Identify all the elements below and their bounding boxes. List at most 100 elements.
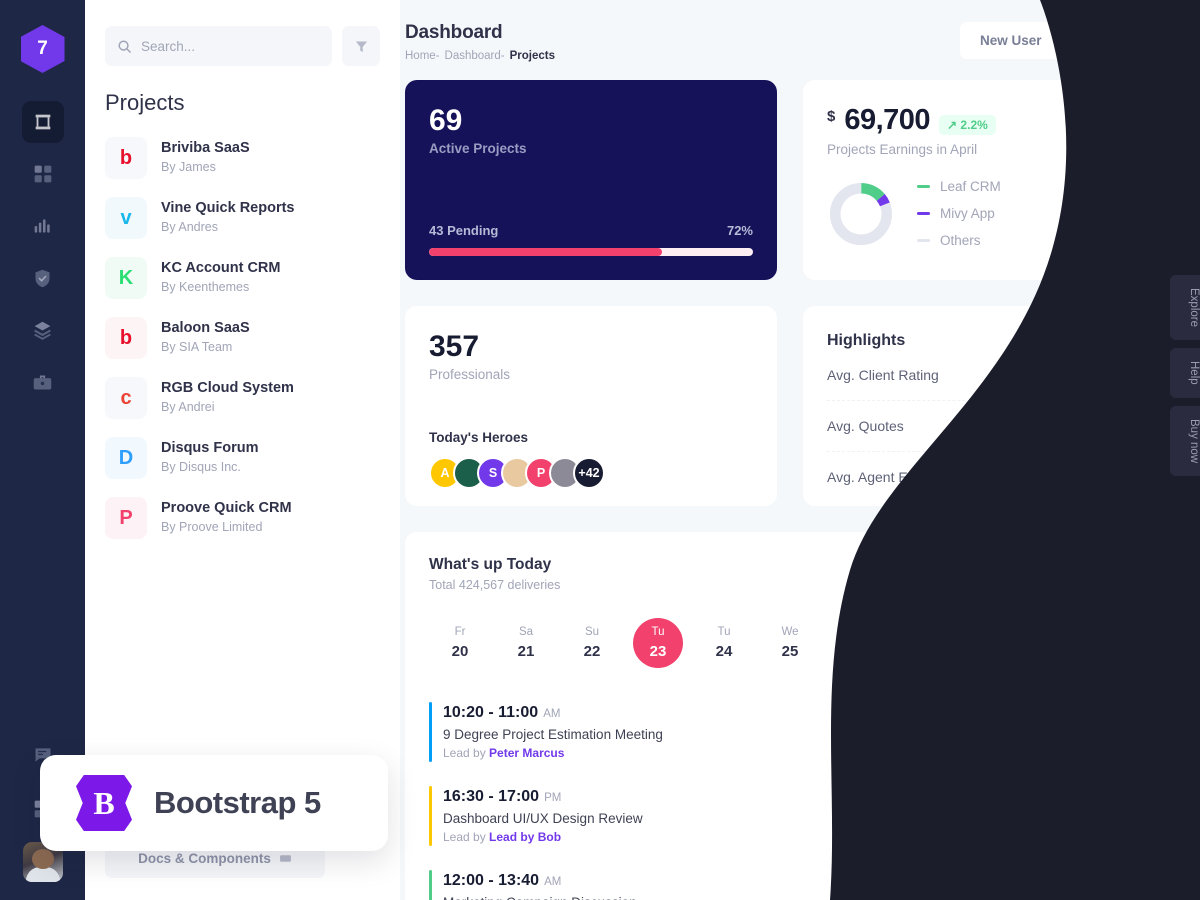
project-list-item[interactable]: b Briviba SaaS By James [105,128,380,188]
calendar-day[interactable]: Sa 28 [963,618,1013,668]
progress-track [429,248,753,256]
breadcrumb-item[interactable]: Projects [510,50,555,62]
app-logo[interactable]: 7 [20,25,65,73]
grid-icon [34,165,51,183]
highlight-number: $2,309 [1106,469,1151,485]
calendar-day[interactable]: Tu 23 [633,618,683,668]
top-actions: New User New Goal [959,22,1175,59]
donut-legend: Leaf CRM $7,660 Mivy App $2,820 Others $45,25… [917,179,1151,248]
event-item: 12:00 - 13:40 AM Marketing Campaign Discus… [429,858,1151,900]
filter-button[interactable] [342,26,380,66]
project-text: RGB Cloud System By Andrei [161,379,294,416]
calendar-day[interactable]: Fri 27 [897,618,947,668]
project-list-item[interactable]: v Vine Quick Reports By Andres [105,188,380,248]
calendar-day[interactable]: Tu 24 [699,618,749,668]
highlight-label: Avg. Client Rating [827,367,939,383]
rail-item-security[interactable] [22,257,64,299]
highlights-rows: Avg. Client Rating ↗ 7.8/10 Avg. Quotes ↙ 730… [827,350,1151,489]
project-text: Baloon SaaS By SIA Team [161,319,250,356]
rail-item-briefcase[interactable] [22,361,64,403]
earnings-change-badge: ↗ 2.2% [939,115,996,135]
breadcrumb-item[interactable]: Home- [405,50,440,62]
calendar-day[interactable]: We 25 [765,618,815,668]
side-tabs: Explore Help Buy now [1170,275,1200,476]
donut-slice [829,182,893,245]
project-author: By SIA Team [161,340,233,355]
donut-row: Leaf CRM $7,660 Mivy App $2,820 Others $45,25… [827,179,1151,248]
project-list-item[interactable]: P Proove Quick CRM By Proove Limited [105,488,380,548]
highlight-suffix: /10 [1130,367,1151,383]
event-view-button[interactable]: View [1092,800,1151,832]
highlight-value: ↗ 7.8/10 [1086,367,1151,383]
calendar-day[interactable]: Sa 21 [501,618,551,668]
project-text: Briviba SaaS By James [161,139,250,176]
event-ampm: AM [543,708,561,720]
project-list-item[interactable]: c RGB Cloud System By Andrei [105,368,380,428]
earnings-amount: 69,700 [844,104,931,136]
highlight-label: Avg. Agent Earnings [827,469,954,485]
left-column: 69 Active Projects 43 Pending 72% 357 Pr… [405,80,777,506]
highlight-value: ↗ $2,309 [1089,469,1151,485]
day-number: 29 [1045,643,1063,660]
project-name: Baloon SaaS [161,320,250,337]
bootstrap-logo-icon: B [76,775,132,831]
project-logo-icon: K [105,257,147,299]
highlight-number: 730 [1126,418,1151,434]
rail-item-box[interactable] [21,101,64,143]
legend-item: Others $45,257 [917,233,1151,248]
side-tab[interactable]: Explore [1170,275,1200,340]
rail-item-grid[interactable] [22,153,64,195]
new-user-button[interactable]: New User [959,22,1062,59]
calendar-day[interactable]: Th 26 [831,618,881,668]
project-text: Disqus Forum By Disqus Inc. [161,439,258,476]
calendar-day[interactable]: Fr 20 [435,618,485,668]
event-ampm: PM [544,792,562,804]
project-list-item[interactable]: b Baloon SaaS By SIA Team [105,308,380,368]
event-lead: Lead by Peter Marcus [443,746,565,760]
day-name: Su [584,626,600,638]
rail-item-layers[interactable] [22,309,64,351]
trend-arrow-icon: ↙ [1108,418,1120,433]
project-name: Disqus Forum [161,440,259,457]
highlight-label: Avg. Quotes [827,418,904,434]
rail-item-analytics[interactable] [22,205,64,247]
project-list-item[interactable]: D Disqus Forum By Disqus Inc. [105,428,380,488]
calendar-day[interactable]: Mo 30 [1095,618,1145,668]
event-title: Dashboard UI/UX Design Review [443,811,643,826]
whats-up-card: What's up Today Total 424,567 deliveries… [405,532,1175,900]
legend-value: $7,660 [1109,179,1151,194]
keyboard-icon [279,854,291,862]
hero-avatar[interactable]: +42 [573,457,605,489]
event-view-button[interactable]: View [1092,716,1151,748]
project-text: Vine Quick Reports By Andres [161,199,295,236]
project-list-item[interactable]: K KC Account CRM By Keenthemes [105,248,380,308]
calendar-day[interactable]: Su 29 [1029,618,1079,668]
search-input[interactable] [141,38,320,54]
event-time: 10:20 - 11:00 [443,704,539,721]
event-time-row: 16:30 - 17:00 PM [443,788,643,806]
side-tab[interactable]: Help [1170,348,1200,398]
project-logo-icon: b [105,317,147,359]
day-number: 30 [1111,643,1129,660]
highlight-number: 7.8 [1103,367,1124,383]
shield-check-icon [35,269,50,287]
new-goal-button[interactable]: New Goal [1073,22,1175,59]
highlight-value: ↙ 730 [1109,418,1151,434]
search-box[interactable] [105,26,332,66]
calendar-day[interactable]: Su 22 [567,618,617,668]
project-logo-icon: c [105,377,147,419]
highlights-card: Highlights Avg. Client Rating ↗ 7.8/10 Avg.… [803,306,1175,506]
rail-icon-list [21,101,64,403]
project-author: By James [161,160,216,175]
active-projects-card: 69 Active Projects 43 Pending 72% [405,80,777,280]
day-number: 26 [847,643,865,660]
project-name: KC Account CRM [161,260,281,277]
project-author: By Proove Limited [161,520,263,535]
event-color-bar [429,870,432,900]
breadcrumb-item[interactable]: Dashboard- [445,50,505,62]
side-tab[interactable]: Buy now [1170,405,1200,476]
trend-arrow-icon: ↗ [1088,469,1100,484]
event-view-button[interactable]: View [1092,875,1151,900]
report-center-button[interactable]: Report Cecnter [1034,556,1151,590]
briefcase-icon [33,375,52,389]
